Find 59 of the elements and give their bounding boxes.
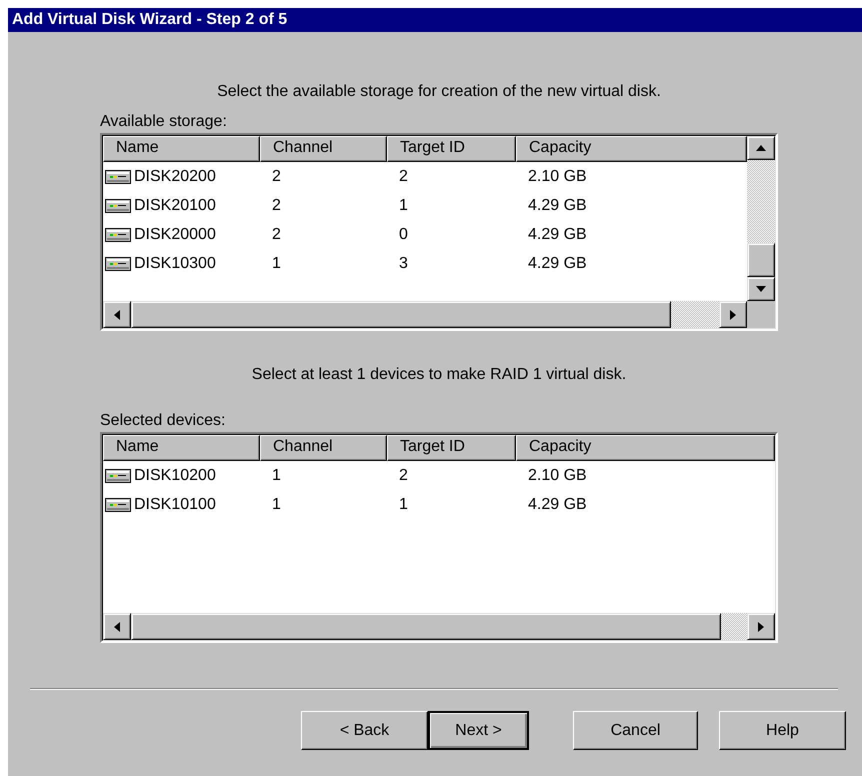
scroll-right-button[interactable] [719, 301, 747, 328]
column-header[interactable]: Capacity [516, 136, 747, 162]
disk-drive-icon [105, 198, 131, 214]
target-id-cell: 2 [399, 168, 408, 186]
horizontal-scrollbar[interactable] [103, 301, 747, 328]
channel-cell: 1 [272, 496, 281, 514]
disk-name: DISK20200 [134, 168, 216, 186]
available-storage-label: Available storage: [100, 113, 227, 132]
scrollbar-thumb[interactable] [747, 243, 775, 277]
disk-drive-icon [105, 256, 131, 272]
capacity-cell: 2.10 GB [528, 168, 587, 186]
scroll-up-button[interactable] [747, 136, 775, 160]
selected-devices-label: Selected devices: [100, 412, 226, 431]
disk-name: DISK20100 [134, 196, 216, 214]
column-header[interactable]: Target ID [387, 435, 516, 461]
next-button[interactable]: Next > [428, 711, 529, 750]
channel-cell: 2 [272, 168, 281, 186]
column-header[interactable]: Channel [260, 435, 387, 461]
target-id-cell: 1 [399, 196, 408, 214]
capacity-cell: 4.29 GB [528, 196, 587, 214]
channel-cell: 1 [272, 466, 281, 484]
selected-devices-list[interactable]: Name Channel Target ID Capacity DISK10200 1 2 2.10 GB DISK10100 1 1 4.29 GB [100, 432, 778, 643]
scroll-right-button[interactable] [747, 613, 775, 640]
channel-cell: 1 [272, 254, 281, 272]
target-id-cell: 1 [399, 496, 408, 514]
column-header[interactable]: Capacity [516, 435, 775, 461]
vertical-scrollbar[interactable] [747, 136, 775, 301]
capacity-cell: 2.10 GB [528, 466, 587, 484]
cancel-button[interactable]: Cancel [573, 711, 698, 750]
column-header[interactable]: Name [103, 435, 260, 461]
column-header[interactable]: Target ID [387, 136, 516, 162]
back-button[interactable]: < Back [301, 711, 428, 750]
capacity-cell: 4.29 GB [528, 496, 587, 514]
channel-cell: 2 [272, 196, 281, 214]
column-header[interactable]: Channel [260, 136, 387, 162]
disk-name: DISK20000 [134, 226, 216, 244]
scroll-left-button[interactable] [103, 613, 131, 640]
target-id-cell: 2 [399, 466, 408, 484]
disk-drive-icon [105, 468, 131, 484]
column-header[interactable]: Name [103, 136, 260, 162]
scroll-left-button[interactable] [103, 301, 131, 328]
available-storage-list[interactable]: Name Channel Target ID Capacity DISK20200 2 2 2.10 GB DISK20100 2 1 4.29 GB DISK20000 2 0 4.29 GB DISK10300 1 3 4.29 GB [100, 133, 778, 331]
disk-name: DISK10100 [134, 496, 216, 514]
target-id-cell: 3 [399, 254, 408, 272]
instruction-text: Select the available storage for creation of the new virtual disk. [216, 83, 662, 102]
capacity-cell: 4.29 GB [528, 226, 587, 244]
hint-text: Select at least 1 devices to make RAID 1 virtual disk. [250, 366, 628, 385]
disk-name: DISK10300 [134, 254, 216, 272]
channel-cell: 2 [272, 226, 281, 244]
disk-drive-icon [105, 226, 131, 242]
capacity-cell: 4.29 GB [528, 254, 587, 272]
window-title: Add Virtual Disk Wizard - Step 2 of 5 [8, 8, 862, 32]
disk-name: DISK10200 [134, 466, 216, 484]
target-id-cell: 0 [399, 226, 408, 244]
scroll-down-button[interactable] [747, 277, 775, 301]
scrollbar-thumb[interactable] [131, 301, 671, 328]
disk-drive-icon [105, 496, 131, 512]
help-button[interactable]: Help [719, 711, 846, 750]
disk-drive-icon [105, 168, 131, 184]
